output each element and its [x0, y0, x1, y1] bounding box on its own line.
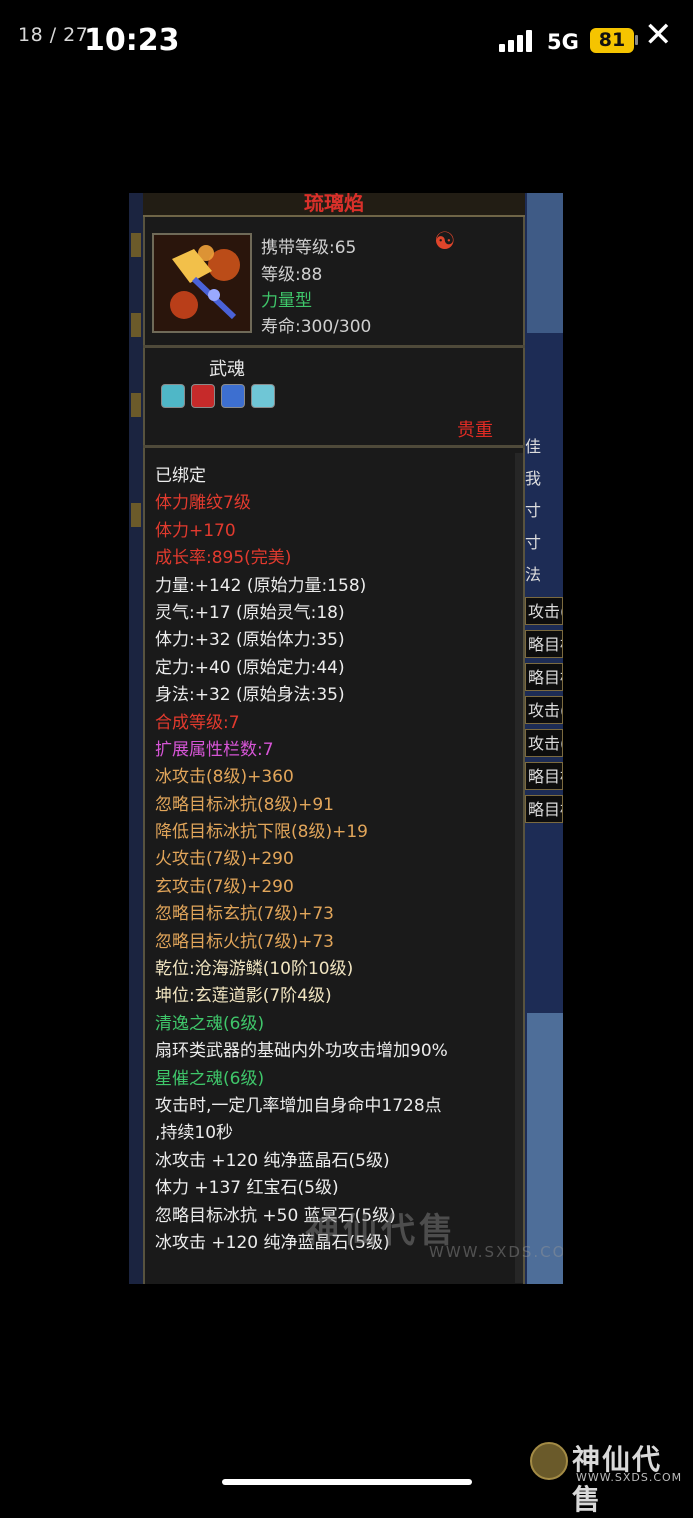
red-gem-icon [191, 384, 215, 408]
divider [143, 445, 525, 448]
side-button[interactable]: 略目标 [525, 795, 563, 823]
item-lifespan: 寿命:300/300 [261, 317, 372, 337]
carry-level: 携带等级:65 [261, 238, 357, 258]
image-counter: 18 / 27 [18, 24, 89, 46]
game-screenshot[interactable]: 佳 我 寸 寸 法 攻击( 略目标 略目标 攻击( 攻击( 略目标 略目标 琉璃… [129, 193, 563, 1284]
stat-line: 玄攻击(7级)+290 [155, 876, 294, 897]
side-char: 佳 [525, 437, 542, 456]
teal-gem-icon [251, 384, 275, 408]
stat-line: ,持续10秒 [155, 1123, 234, 1144]
stat-list: 已绑定体力雕纹7级 体力+170 成长率:895(完美) 力量:+142 (原始力量:… [155, 463, 515, 1257]
home-indicator[interactable] [222, 1479, 472, 1485]
item-name: 琉璃焰 [304, 193, 364, 215]
stat-line: 冰攻击(8级)+360 [155, 767, 294, 788]
stat-line: 冰攻击 +120 纯净蓝晶石(5级) [155, 1150, 390, 1171]
stat-line: 合成等级:7 [155, 712, 240, 733]
battery-nub [635, 35, 638, 45]
weapon-icon [152, 233, 252, 333]
side-button[interactable]: 攻击( [525, 696, 563, 724]
stat-line: 坤位:玄莲道影(7阶4级) [155, 986, 332, 1007]
stat-line: 乾位:沧海游鳞(10阶10级) [155, 959, 354, 980]
stat-line: 扩展属性栏数:7 [155, 739, 274, 760]
close-icon[interactable]: ✕ [644, 18, 673, 52]
brand-logo: 神仙代售 WWW.SXDS.COM [530, 1438, 690, 1516]
stat-line: 定力:+40 (原始定力:44) [155, 657, 345, 678]
battery-icon: 81 [590, 28, 634, 53]
stat-line: 体力 +137 红宝石(5级) [155, 1178, 339, 1199]
background-left [129, 193, 143, 1284]
stat-line: 降低目标冰抗下限(8级)+19 [155, 822, 368, 843]
side-button[interactable]: 略目标 [525, 663, 563, 691]
stat-line: 扇环类武器的基础内外功攻击增加90% [155, 1041, 448, 1062]
stat-line: 灵气:+17 (原始灵气:18) [155, 602, 345, 623]
side-button[interactable]: 攻击( [525, 597, 563, 625]
teal-gem-icon [161, 384, 185, 408]
stat-line: 火攻击(7级)+290 [155, 849, 294, 870]
stat-line: 已绑定 [155, 466, 206, 486]
side-char: 法 [525, 565, 542, 584]
side-char: 寸 [525, 533, 542, 552]
stat-line: 忽略目标火抗(7级)+73 [155, 931, 334, 952]
watermark-url: WWW.SXDS.COM [429, 1243, 563, 1261]
stat-line: 成长率:895(完美) [155, 548, 292, 569]
stat-line: 力量:+142 (原始力量:158) [155, 575, 367, 596]
clock: 10:23 [84, 23, 180, 58]
side-button[interactable]: 略目标 [525, 630, 563, 658]
soul-label: 武魂 [209, 359, 245, 380]
rarity-label: 贵重 [457, 420, 493, 441]
side-char: 寸 [525, 501, 542, 520]
item-title-bar: 琉璃焰 [143, 193, 525, 217]
stat-line: 攻击时,一定几率增加自身命中1728点 [155, 1095, 442, 1116]
fire-mark-icon: ☯ [434, 227, 456, 255]
mascot-icon [530, 1442, 568, 1480]
stat-line: 体力雕纹7级 [155, 493, 251, 514]
brand-url: WWW.SXDS.COM [576, 1471, 683, 1484]
signal-icon [499, 30, 537, 52]
network-type: 5G [547, 30, 579, 54]
stat-line: 体力+170 [155, 520, 236, 541]
divider [143, 345, 525, 348]
item-level: 等级:88 [261, 265, 323, 285]
side-char: 我 [525, 469, 542, 488]
blue-gem-icon [221, 384, 245, 408]
stat-line: 忽略目标玄抗(7级)+73 [155, 904, 334, 925]
stat-line: 忽略目标冰抗(8级)+91 [155, 794, 334, 815]
stat-line: 清逸之魂(6级) [155, 1013, 265, 1034]
side-button[interactable]: 攻击( [525, 729, 563, 757]
status-bar: 18 / 27 10:23 5G 81 ✕ [0, 0, 693, 80]
item-type: 力量型 [261, 291, 312, 311]
scrollbar[interactable] [515, 453, 523, 1283]
side-button[interactable]: 略目标 [525, 762, 563, 790]
stat-line: 星催之魂(6级) [155, 1068, 265, 1089]
stat-line: 体力:+32 (原始体力:35) [155, 630, 345, 651]
stat-line: 身法:+32 (原始身法:35) [155, 685, 345, 706]
